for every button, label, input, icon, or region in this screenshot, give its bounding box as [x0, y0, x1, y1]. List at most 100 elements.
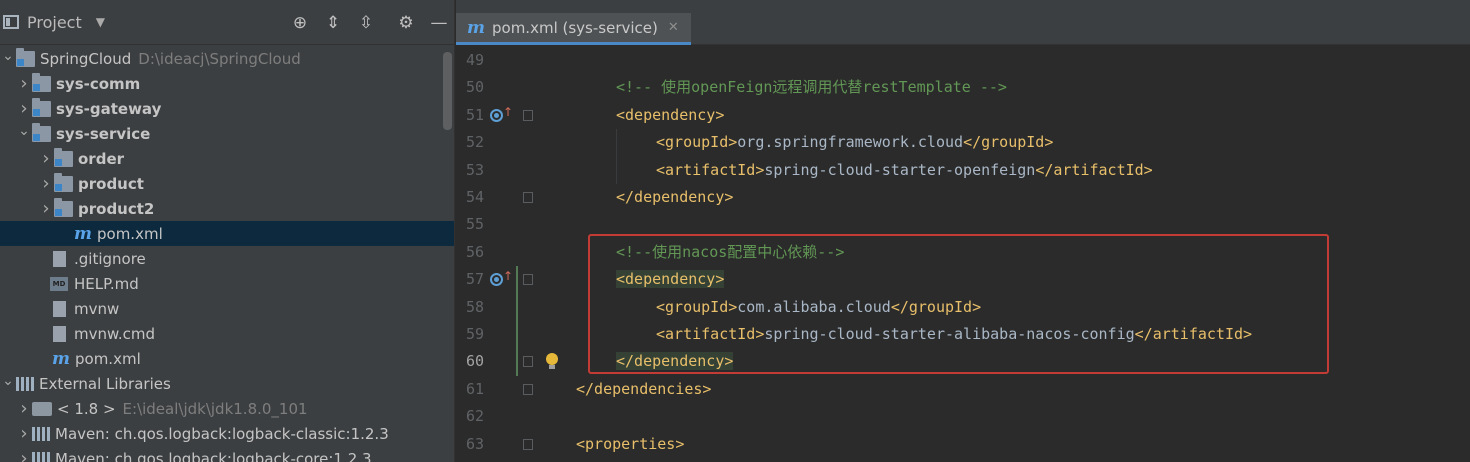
- code-line[interactable]: 49: [456, 47, 1470, 74]
- tree-item[interactable]: › product: [0, 171, 454, 196]
- line-number: 53: [465, 160, 484, 179]
- module-folder-icon: [54, 197, 73, 217]
- code-text: <!-- 使用openFeign远程调用代替restTemplate -->: [616, 74, 1007, 101]
- tree-item[interactable]: › sys-gateway: [0, 96, 454, 121]
- navigate-arrow-icon[interactable]: ↑: [503, 105, 513, 119]
- tree-item[interactable]: › Maven: ch.qos.logback:logback-classic:1…: [0, 421, 454, 446]
- navigate-arrow-icon[interactable]: ↑: [503, 269, 513, 283]
- tree-item[interactable]: m pom.xml: [0, 346, 454, 371]
- tab-label: pom.xml (sys-service): [492, 18, 658, 37]
- indent-guide: [616, 129, 617, 184]
- code-line[interactable]: 51 <dependency>: [456, 102, 1470, 129]
- chevron-right-icon[interactable]: ›: [38, 148, 54, 169]
- module-folder-icon: [54, 172, 73, 192]
- code-line[interactable]: 61 </dependencies>: [456, 376, 1470, 403]
- tree-item-label: Maven: ch.qos.logback:logback-core:1.2.3: [55, 449, 372, 462]
- xml-tag: </dependency>: [616, 188, 734, 206]
- collapse-all-icon[interactable]: ⇳: [355, 12, 377, 34]
- code-line[interactable]: 62: [456, 403, 1470, 430]
- tree-item[interactable]: › order: [0, 146, 454, 171]
- tree-item[interactable]: › Maven: ch.qos.logback:logback-core:1.2.…: [0, 446, 454, 462]
- tree-item[interactable]: mvnw.cmd: [0, 321, 454, 346]
- fold-marker-icon[interactable]: [523, 274, 533, 286]
- markdown-file-icon: MD: [50, 276, 68, 291]
- project-tree-scrollbar[interactable]: [443, 52, 452, 130]
- tree-item[interactable]: › < 1.8 > E:\ideal\jdk\jdk1.8.0_101: [0, 396, 454, 421]
- tree-item-path: E:\ideal\jdk\jdk1.8.0_101: [122, 399, 308, 418]
- line-number: 59: [465, 325, 484, 343]
- code-line[interactable]: 53 <artifactId>spring-cloud-starter-openf…: [456, 157, 1470, 184]
- editor-area: m pom.xml (sys-service) ✕ 49 50 <!-- 使用ope…: [456, 0, 1470, 462]
- line-number: 54: [465, 188, 484, 206]
- line-number: 56: [465, 242, 484, 261]
- gitignore-file-icon: [53, 250, 66, 267]
- tree-item-label: External Libraries: [39, 374, 171, 393]
- text-file-icon: [53, 325, 66, 342]
- line-number: 58: [465, 297, 484, 316]
- chevron-right-icon[interactable]: ›: [16, 73, 32, 94]
- chevron-down-icon[interactable]: ⌄: [16, 123, 32, 139]
- module-folder-icon: [32, 122, 51, 142]
- tree-item-label: sys-gateway: [56, 99, 162, 118]
- tree-item-label: Maven: ch.qos.logback:logback-classic:1.…: [55, 424, 389, 443]
- chevron-right-icon[interactable]: ›: [16, 423, 32, 444]
- highlight-box: [588, 234, 1329, 374]
- fold-marker-icon[interactable]: [523, 192, 533, 203]
- module-folder-icon: [54, 147, 73, 167]
- tab-pom-xml-sys-service[interactable]: m pom.xml (sys-service) ✕: [456, 13, 691, 45]
- code-text: <groupId>org.springframework.cloud</grou…: [656, 129, 1053, 156]
- maven-icon: m: [74, 223, 92, 244]
- lightbulb-icon[interactable]: [545, 353, 559, 370]
- fold-marker-icon[interactable]: [523, 438, 533, 450]
- project-panel-title[interactable]: Project: [27, 13, 82, 32]
- line-number: 55: [465, 215, 484, 234]
- fold-marker-icon[interactable]: [523, 383, 533, 395]
- tree-item[interactable]: › product2: [0, 196, 454, 221]
- chevron-down-icon[interactable]: ▼: [96, 15, 105, 29]
- xml-tag: </artifactId>: [1035, 160, 1153, 179]
- line-number: 50: [465, 78, 484, 97]
- tree-item-label: sys-service: [56, 124, 151, 143]
- tree-item[interactable]: ⌄ External Libraries: [0, 371, 454, 396]
- maven-icon: m: [467, 17, 485, 38]
- tree-item[interactable]: ⌄ sys-service: [0, 121, 454, 146]
- chevron-right-icon[interactable]: ›: [38, 198, 54, 219]
- library-icon: [32, 426, 50, 441]
- tree-item-label: .gitignore: [74, 249, 146, 268]
- code-line[interactable]: 63 <properties>: [456, 431, 1470, 458]
- chevron-down-icon[interactable]: ⌄: [0, 48, 16, 64]
- tree-item[interactable]: MD HELP.md: [0, 271, 454, 296]
- close-icon[interactable]: ✕: [668, 20, 679, 35]
- tree-item-label: < 1.8 >: [57, 399, 116, 418]
- code-text: <dependency>: [616, 102, 724, 129]
- tree-item-label: product: [78, 174, 144, 193]
- chevron-right-icon[interactable]: ›: [16, 398, 32, 419]
- chevron-right-icon[interactable]: ›: [38, 173, 54, 194]
- xml-text: spring-cloud-starter-openfeign: [764, 160, 1036, 179]
- maven-dependency-icon[interactable]: [490, 108, 503, 122]
- tree-item[interactable]: .gitignore: [0, 246, 454, 271]
- chevron-down-icon[interactable]: ⌄: [0, 373, 16, 389]
- tree-item[interactable]: m pom.xml: [0, 221, 454, 246]
- chevron-right-icon[interactable]: ›: [16, 98, 32, 119]
- module-folder-icon: [32, 97, 51, 117]
- gear-icon[interactable]: ⚙: [395, 12, 417, 34]
- tree-item[interactable]: › sys-comm: [0, 71, 454, 96]
- code-text: <properties>: [576, 431, 684, 458]
- fold-marker-icon[interactable]: [523, 109, 533, 121]
- code-line[interactable]: 54 </dependency>: [456, 184, 1470, 211]
- line-number: 61: [465, 379, 484, 398]
- minimize-icon[interactable]: —: [428, 12, 450, 34]
- chevron-right-icon[interactable]: ›: [16, 448, 32, 462]
- expand-all-icon[interactable]: ⇕: [322, 12, 344, 34]
- tree-item-label: SpringCloud: [40, 49, 132, 68]
- xml-tag: <groupId>: [656, 133, 738, 152]
- code-line[interactable]: 50 <!-- 使用openFeign远程调用代替restTemplate -->: [456, 74, 1470, 101]
- tree-item[interactable]: mvnw: [0, 296, 454, 321]
- tree-item[interactable]: ⌄ SpringCloud D:\ideacj\SpringCloud: [0, 46, 454, 71]
- fold-marker-icon[interactable]: [523, 356, 533, 368]
- code-line[interactable]: 52 <groupId>org.springframework.cloud</gr…: [456, 129, 1470, 156]
- xml-tag: </dependencies>: [576, 379, 712, 398]
- tree-item-label: product2: [78, 199, 155, 218]
- locate-file-icon[interactable]: ⊕: [289, 12, 311, 34]
